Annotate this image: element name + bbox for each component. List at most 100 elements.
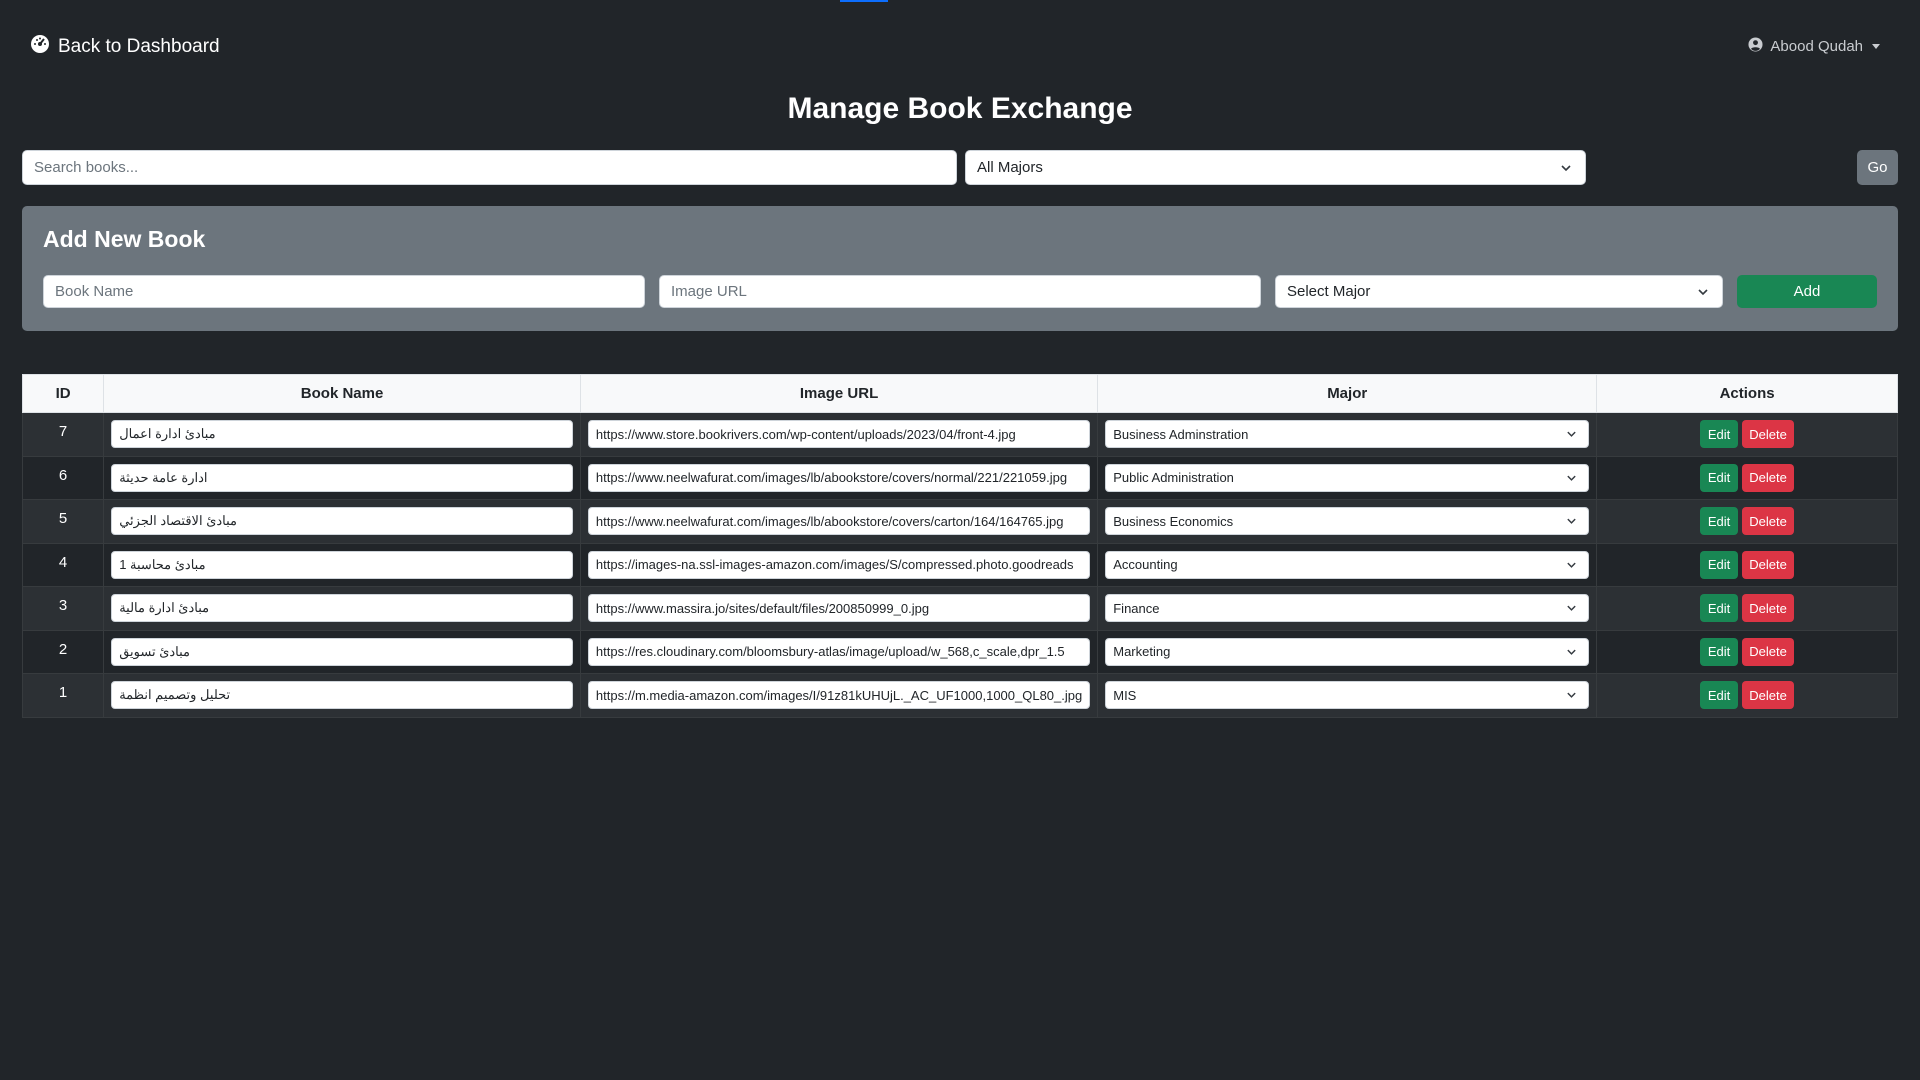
image-url-field[interactable]: https://www.massira.jo/sites/default/fil… [587, 594, 1091, 623]
image-url-field[interactable]: https://m.media-amazon.com/images/I/91z8… [587, 681, 1091, 710]
major-field-select[interactable]: Finance [1105, 594, 1590, 623]
delete-button[interactable]: Delete [1742, 550, 1795, 579]
book-name-field[interactable]: مبادئ ادارة مالية [111, 594, 573, 623]
book-name-cell: تحليل وتصميم انظمة [103, 673, 581, 718]
dashboard-icon [30, 34, 50, 60]
major-filter-select[interactable]: All Majors [965, 150, 1586, 185]
edit-button[interactable]: Edit [1700, 463, 1739, 492]
major-field-select[interactable]: Accounting [1105, 550, 1590, 579]
image-url-field[interactable]: https://images-na.ssl-images-amazon.com/… [587, 550, 1091, 579]
book-id: 3 [21, 586, 105, 631]
book-id: 1 [21, 673, 105, 718]
book-name-field[interactable]: مبادئ تسويق [111, 637, 573, 666]
major-field-select[interactable]: Business Adminstration [1105, 420, 1590, 449]
image-url-cell: https://www.store.bookrivers.com/wp-cont… [579, 412, 1099, 457]
user-menu-dropdown[interactable]: Abood Qudah [1748, 37, 1880, 56]
major-cell: Finance [1097, 586, 1598, 631]
major-cell: Public Administration [1097, 455, 1598, 500]
search-bar: All Majors Go [22, 150, 1898, 185]
delete-button[interactable]: Delete [1742, 420, 1795, 449]
caret-down-icon [1872, 44, 1880, 49]
delete-button[interactable]: Delete [1742, 463, 1795, 492]
chevron-down-icon [1567, 692, 1576, 699]
go-button[interactable]: Go [1857, 150, 1898, 185]
delete-button[interactable]: Delete [1742, 681, 1795, 710]
header-image-url: Image URL [579, 374, 1099, 413]
major-field-value: Public Administration [1113, 470, 1234, 486]
table-header-row: ID Book Name Image URL Major Actions [21, 374, 1898, 413]
major-cell: Business Economics [1097, 499, 1598, 544]
image-url-field[interactable]: https://www.neelwafurat.com/images/lb/ab… [587, 463, 1091, 492]
major-field-value: Business Adminstration [1113, 426, 1249, 442]
add-book-title: Add New Book [43, 226, 206, 252]
major-field-select[interactable]: Public Administration [1105, 463, 1590, 492]
book-name-field[interactable]: مبادئ محاسبة 1 [111, 550, 573, 579]
image-url-cell: https://www.neelwafurat.com/images/lb/ab… [579, 455, 1099, 500]
major-field-select[interactable]: Marketing [1105, 637, 1590, 666]
delete-button[interactable]: Delete [1742, 507, 1795, 536]
book-name-cell: مبادئ ادارة اعمال [103, 412, 581, 457]
book-name-input[interactable] [43, 275, 645, 308]
edit-button[interactable]: Edit [1700, 420, 1739, 449]
header-major: Major [1097, 374, 1598, 413]
edit-button[interactable]: Edit [1700, 550, 1739, 579]
chevron-down-icon [1567, 475, 1576, 481]
chevron-down-icon [1698, 288, 1708, 295]
major-field-value: Accounting [1113, 557, 1178, 573]
book-name-cell: ادارة عامة حديثة [103, 455, 581, 500]
image-url-cell: https://www.neelwafurat.com/images/lb/ab… [579, 499, 1099, 544]
book-name-field[interactable]: مبادئ الاقتصاد الجزئي [111, 507, 573, 536]
major-field-select[interactable]: MIS [1105, 681, 1590, 710]
books-table: ID Book Name Image URL Major Actions 7 م… [21, 374, 1898, 718]
book-name-field[interactable]: مبادئ ادارة اعمال [111, 420, 573, 449]
navbar: Back to Dashboard Abood Qudah [0, 0, 1920, 92]
major-cell: Accounting [1097, 542, 1598, 587]
add-book-card: Add New Book Select Major Add [22, 206, 1898, 331]
image-url-cell: https://images-na.ssl-images-amazon.com/… [579, 542, 1099, 587]
table-row: 3 مبادئ ادارة مالية https://www.massira.… [21, 586, 1898, 631]
book-id: 5 [21, 499, 105, 544]
header-book-name: Book Name [103, 374, 581, 413]
book-name-cell: مبادئ محاسبة 1 [103, 542, 581, 587]
image-url-input[interactable] [659, 275, 1261, 308]
user-name: Abood Qudah [1770, 38, 1863, 55]
major-cell: Business Adminstration [1097, 412, 1598, 457]
book-id: 2 [21, 629, 105, 674]
actions-cell: Edit Delete [1596, 499, 1898, 544]
major-field-value: Marketing [1113, 644, 1171, 660]
book-id: 4 [21, 542, 105, 587]
delete-button[interactable]: Delete [1742, 594, 1795, 623]
delete-button[interactable]: Delete [1742, 637, 1795, 666]
search-input[interactable] [22, 150, 957, 185]
major-filter-value: All Majors [977, 159, 1043, 176]
book-name-field[interactable]: تحليل وتصميم انظمة [111, 681, 573, 710]
back-to-dashboard-link[interactable]: Back to Dashboard [30, 34, 220, 60]
chevron-down-icon [1561, 164, 1571, 171]
image-url-field[interactable]: https://www.neelwafurat.com/images/lb/ab… [587, 507, 1091, 536]
table-row: 1 تحليل وتصميم انظمة https://m.media-ama… [21, 673, 1898, 718]
image-url-field[interactable]: https://res.cloudinary.com/bloomsbury-at… [587, 637, 1091, 666]
header-actions: Actions [1596, 374, 1898, 413]
book-name-cell: مبادئ ادارة مالية [103, 586, 581, 631]
edit-button[interactable]: Edit [1700, 681, 1739, 710]
edit-button[interactable]: Edit [1700, 637, 1739, 666]
page-title: Manage Book Exchange [787, 92, 1133, 125]
major-field-value: Business Economics [1113, 513, 1234, 529]
image-url-cell: https://m.media-amazon.com/images/I/91z8… [579, 673, 1099, 718]
add-book-button[interactable]: Add [1737, 275, 1877, 308]
major-cell: Marketing [1097, 629, 1598, 674]
major-field-select[interactable]: Business Economics [1105, 507, 1590, 536]
major-select[interactable]: Select Major [1275, 275, 1723, 308]
image-url-cell: https://res.cloudinary.com/bloomsbury-at… [579, 629, 1099, 674]
edit-button[interactable]: Edit [1700, 507, 1739, 536]
book-name-field[interactable]: ادارة عامة حديثة [111, 463, 573, 492]
image-url-cell: https://www.massira.jo/sites/default/fil… [579, 586, 1099, 631]
image-url-field[interactable]: https://www.store.bookrivers.com/wp-cont… [587, 420, 1091, 449]
table-row: 4 مبادئ محاسبة 1 https://images-na.ssl-i… [21, 542, 1898, 587]
actions-cell: Edit Delete [1596, 455, 1898, 500]
edit-button[interactable]: Edit [1700, 594, 1739, 623]
actions-cell: Edit Delete [1596, 673, 1898, 718]
user-avatar-icon [1748, 37, 1763, 56]
chevron-down-icon [1567, 562, 1576, 568]
book-id: 7 [21, 412, 105, 457]
